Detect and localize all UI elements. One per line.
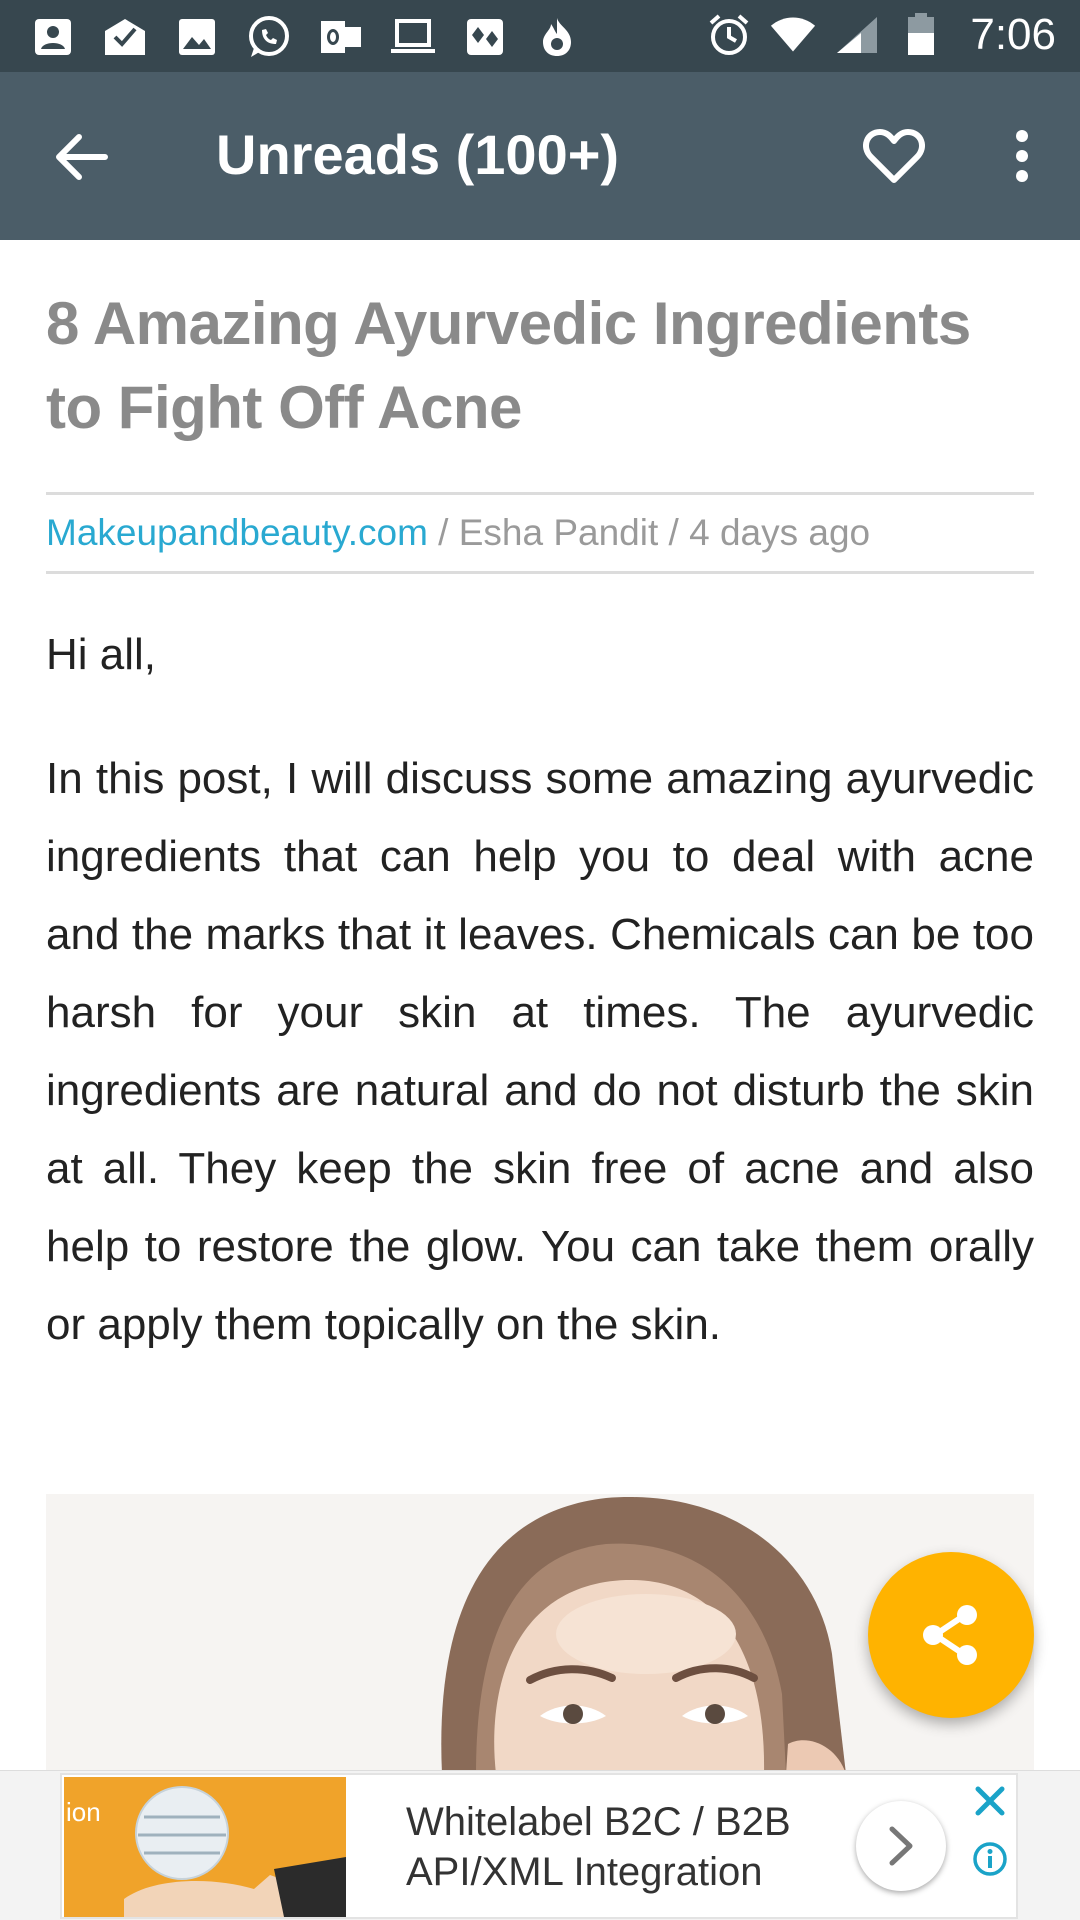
screen-title: Unreads (100+): [216, 123, 620, 186]
close-icon: [975, 1786, 1005, 1816]
mail-check-icon: [102, 14, 148, 60]
article-meta: Makeupandbeauty.com / Esha Pandit / 4 da…: [46, 492, 1034, 574]
wifi-icon: [770, 12, 816, 58]
share-icon: [923, 1605, 977, 1665]
notification-icons: [30, 14, 580, 60]
ad-image[interactable]: ion: [64, 1777, 346, 1917]
favorite-button[interactable]: [858, 120, 930, 192]
alarm-icon: [706, 12, 752, 58]
share-button[interactable]: [868, 1552, 1034, 1718]
flame-icon: [534, 14, 580, 60]
app-bar: Unreads (100+): [0, 72, 1080, 240]
info-icon: [973, 1842, 1007, 1876]
article-body: In this post, I will discuss some amazin…: [46, 754, 1034, 1349]
whatsapp-icon: [246, 14, 292, 60]
system-icons: 7:06: [706, 10, 1056, 60]
more-vert-icon: [1016, 130, 1028, 182]
ad-headline[interactable]: Whitelabel B2C / B2B API/XML Integration: [406, 1797, 791, 1897]
source-link[interactable]: Makeupandbeauty.com: [46, 512, 428, 554]
more-options-button[interactable]: [992, 120, 1052, 192]
back-button[interactable]: [46, 122, 116, 192]
status-bar: 7:06: [0, 0, 1080, 72]
ad-line-1: Whitelabel B2C / B2B: [406, 1800, 791, 1844]
ad-close-button[interactable]: [970, 1781, 1010, 1821]
ad-open-button[interactable]: [856, 1801, 946, 1891]
signal-icon: [834, 12, 880, 58]
ad-info-button[interactable]: [970, 1839, 1010, 1879]
ad-image-text: ion: [66, 1797, 101, 1827]
clock-time: 7:06: [970, 10, 1056, 59]
outlook-icon: [318, 14, 364, 60]
ad-content[interactable]: ion Whitelabel B2C / B2B API/XML Integra…: [60, 1773, 1018, 1919]
article: 8 Amazing Ayurvedic Ingredients to Fight…: [46, 240, 1034, 1364]
article-greeting: Hi all,: [46, 630, 157, 679]
laptop-icon: [390, 14, 436, 60]
battery-icon: [898, 12, 944, 58]
ad-banner[interactable]: ion Whitelabel B2C / B2B API/XML Integra…: [0, 1770, 1080, 1920]
contacts-icon: [30, 14, 76, 60]
back-arrow-icon: [56, 134, 108, 180]
chevron-right-icon: [889, 1826, 913, 1866]
article-title: 8 Amazing Ayurvedic Ingredients to Fight…: [46, 290, 971, 441]
heart-icon: [863, 129, 925, 183]
author-date: / Esha Pandit / 4 days ago: [427, 512, 871, 553]
image-icon: [174, 14, 220, 60]
cards-icon: [462, 14, 508, 60]
ad-line-2: API/XML Integration: [406, 1850, 763, 1894]
